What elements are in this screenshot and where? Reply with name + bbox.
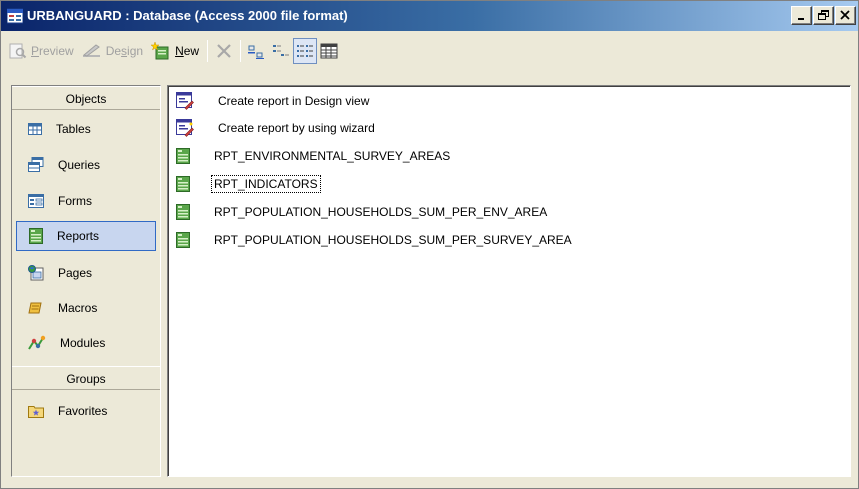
window-title: URBANGUARD : Database (Access 2000 file …: [27, 8, 348, 23]
objects-item-forms[interactable]: Forms: [16, 186, 156, 216]
new-label: New: [175, 44, 200, 58]
restore-icon: [818, 10, 829, 20]
objects-item-label: Pages: [58, 266, 93, 280]
objects-item-label: Reports: [57, 229, 100, 243]
preview-button[interactable]: Preview: [5, 38, 78, 64]
delete-icon: [217, 44, 231, 58]
minimize-icon: [798, 18, 804, 20]
list-item-create-design[interactable]: Create report in Design view: [176, 90, 371, 112]
objects-item-queries[interactable]: Queries: [16, 150, 156, 180]
delete-button[interactable]: [212, 38, 236, 64]
close-icon: [840, 10, 850, 20]
design-icon: [82, 44, 100, 57]
preview-label: Preview: [31, 44, 74, 58]
list-item-label: RPT_ENVIRONMENTAL_SURVEY_AREAS: [214, 149, 451, 163]
objects-item-label: Modules: [60, 336, 106, 350]
toolbar-separator: [207, 40, 209, 62]
groups-item-label: Favorites: [58, 404, 108, 418]
small-icons-button[interactable]: [269, 38, 293, 64]
list-view-button[interactable]: [293, 38, 318, 64]
objects-item-label: Tables: [56, 122, 91, 136]
objects-item-label: Queries: [58, 158, 101, 172]
close-button[interactable]: [835, 6, 856, 25]
objects-item-pages[interactable]: Pages: [16, 258, 156, 288]
list-item-label: RPT_INDICATORS: [211, 175, 321, 193]
list-item-label: Create report by using wizard: [218, 121, 375, 135]
list-item-report[interactable]: RPT_INDICATORS: [176, 173, 321, 195]
objects-bar: Objects Tables Queries Forms Reports Pag…: [11, 85, 161, 477]
objects-item-tables[interactable]: Tables: [16, 114, 156, 144]
create-design-icon: [176, 92, 194, 110]
new-report-icon: [151, 42, 169, 60]
minimize-button[interactable]: [791, 6, 812, 25]
restore-button[interactable]: [813, 6, 834, 25]
objects-header[interactable]: Objects: [12, 86, 160, 110]
report-icon: [176, 148, 190, 164]
details-view-icon: [320, 43, 338, 59]
database-window: URBANGUARD : Database (Access 2000 file …: [0, 0, 859, 489]
create-wizard-icon: [176, 119, 194, 137]
list-item-report[interactable]: RPT_POPULATION_HOUSEHOLDS_SUM_PER_SURVEY…: [176, 229, 574, 251]
report-icon: [176, 204, 190, 220]
preview-icon: [9, 43, 27, 59]
details-view-button[interactable]: [317, 38, 341, 64]
report-icon: [176, 232, 190, 248]
tables-icon: [28, 123, 42, 135]
large-icons-button[interactable]: [245, 38, 269, 64]
forms-icon: [28, 194, 44, 208]
list-item-label: Create report in Design view: [218, 94, 370, 108]
groups-header[interactable]: Groups: [12, 366, 160, 390]
report-icon: [176, 176, 190, 192]
groups-item-favorites[interactable]: Favorites: [16, 396, 156, 426]
design-button[interactable]: Design: [78, 38, 147, 64]
list-view-icon: [297, 45, 314, 57]
database-toolbar: Preview Design New: [5, 35, 341, 67]
reports-icon: [29, 228, 43, 244]
objects-item-label: Macros: [58, 301, 98, 315]
window-controls: [790, 6, 856, 25]
list-item-create-wizard[interactable]: Create report by using wizard: [176, 117, 377, 139]
large-icons-icon: [248, 45, 265, 59]
reports-list[interactable]: Create report in Design view Create repo…: [167, 85, 851, 477]
macros-icon: [28, 302, 42, 314]
pages-icon: [28, 265, 44, 281]
objects-item-modules[interactable]: Modules: [16, 328, 156, 358]
title-bar[interactable]: URBANGUARD : Database (Access 2000 file …: [1, 1, 858, 31]
objects-item-macros[interactable]: Macros: [16, 293, 156, 323]
modules-icon: [28, 335, 46, 350]
queries-icon: [28, 157, 44, 172]
new-button[interactable]: New: [147, 38, 203, 64]
small-icons-icon: [273, 45, 290, 56]
list-item-label: RPT_POPULATION_HOUSEHOLDS_SUM_PER_SURVEY…: [214, 233, 572, 247]
list-item-report[interactable]: RPT_ENVIRONMENTAL_SURVEY_AREAS: [176, 145, 452, 167]
objects-item-label: Forms: [58, 194, 92, 208]
list-item-label: RPT_POPULATION_HOUSEHOLDS_SUM_PER_ENV_AR…: [214, 205, 548, 219]
favorites-icon: [28, 406, 44, 418]
objects-item-reports[interactable]: Reports: [16, 221, 156, 251]
toolbar-separator: [240, 40, 242, 62]
design-label: Design: [105, 44, 144, 58]
list-item-report[interactable]: RPT_POPULATION_HOUSEHOLDS_SUM_PER_ENV_AR…: [176, 201, 549, 223]
database-icon: [7, 8, 23, 24]
